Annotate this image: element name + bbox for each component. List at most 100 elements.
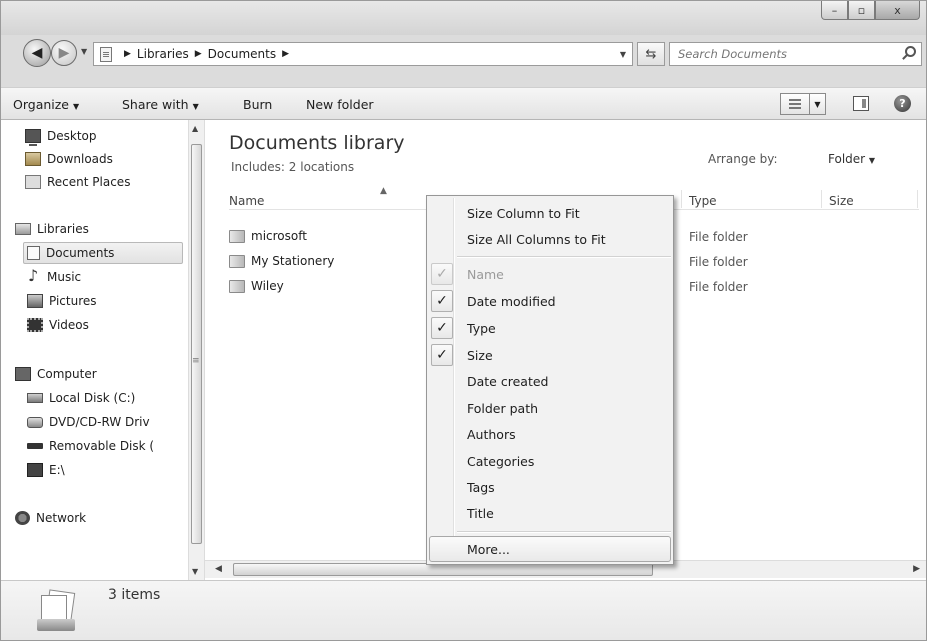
nav-item-videos[interactable]: Videos: [27, 315, 89, 335]
file-name: Wiley: [251, 279, 284, 293]
breadcrumb-chevron-icon[interactable]: ▶: [124, 49, 131, 59]
menu-item-label: Title: [467, 505, 494, 521]
arrange-by-value: Folder: [828, 152, 866, 166]
back-arrow-icon: ◀: [31, 45, 43, 61]
breadcrumb-chevron-icon[interactable]: ▶: [195, 49, 202, 59]
menu-item-name[interactable]: ✓ Name: [429, 261, 671, 287]
nav-item-downloads[interactable]: Downloads: [25, 149, 113, 169]
forward-button[interactable]: ▶: [51, 40, 77, 66]
nav-item-computer[interactable]: Computer: [15, 364, 97, 384]
dvd-drive-icon: [27, 416, 43, 428]
nav-item-desktop[interactable]: Desktop: [25, 126, 97, 146]
menu-item-categories[interactable]: Categories: [429, 448, 671, 474]
scroll-thumb[interactable]: [191, 144, 202, 544]
nav-item-recent-places[interactable]: Recent Places: [25, 172, 130, 192]
search-box[interactable]: [669, 42, 922, 66]
nav-item-e-drive[interactable]: E:\: [27, 460, 65, 480]
forward-arrow-icon: ▶: [58, 45, 70, 61]
column-type[interactable]: Type: [689, 194, 717, 208]
window-controls: – ▫ x: [821, 1, 920, 20]
explorer-window: – ▫ x ◀ ▶ ▼ ▶ Libraries ▶ Documents ▶ ▼ …: [0, 0, 927, 641]
file-name: My Stationery: [251, 254, 335, 268]
removable-disk-icon: [27, 443, 43, 449]
chevron-down-icon: ▼: [73, 102, 80, 111]
breadcrumb-documents[interactable]: Documents: [208, 47, 276, 61]
preview-pane-button[interactable]: [853, 96, 869, 111]
column-size[interactable]: Size: [829, 194, 854, 208]
arrange-by-dropdown[interactable]: Folder ▼: [828, 152, 875, 166]
breadcrumb-libraries[interactable]: Libraries: [137, 47, 189, 61]
nav-item-removable-disk[interactable]: Removable Disk (: [27, 436, 189, 456]
refresh-button[interactable]: ⇆: [637, 42, 665, 66]
menu-item-title[interactable]: Title: [429, 500, 671, 526]
search-icon[interactable]: [905, 46, 916, 57]
file-row[interactable]: My Stationery: [229, 251, 334, 271]
nav-item-label: Network: [36, 511, 87, 525]
scroll-down-arrow-icon[interactable]: ▼: [192, 567, 198, 576]
menu-item-date-modified[interactable]: ✓ Date modified: [429, 288, 671, 314]
address-bar[interactable]: ▶ Libraries ▶ Documents ▶ ▼: [93, 42, 633, 66]
locations-link[interactable]: 2 locations: [289, 160, 354, 174]
nav-item-label: Desktop: [47, 129, 97, 143]
menu-item-label: Authors: [467, 426, 516, 442]
menu-item-more[interactable]: More...: [429, 536, 671, 562]
breadcrumb-chevron-icon[interactable]: ▶: [282, 49, 289, 59]
nav-vertical-scrollbar[interactable]: ▲ ≡ ▼: [188, 120, 204, 580]
checkmark-icon: ✓: [431, 263, 453, 285]
back-button[interactable]: ◀: [23, 39, 51, 67]
file-row[interactable]: microsoft: [229, 226, 307, 246]
menu-item-date-created[interactable]: Date created: [429, 368, 671, 394]
nav-item-pictures[interactable]: Pictures: [27, 291, 97, 311]
column-divider[interactable]: [681, 190, 682, 208]
menu-item-type[interactable]: ✓ Type: [429, 315, 671, 341]
menu-item-authors[interactable]: Authors: [429, 421, 671, 447]
menu-item-size-column-to-fit[interactable]: Size Column to Fit: [429, 200, 671, 226]
menu-item-size[interactable]: ✓ Size: [429, 342, 671, 368]
scroll-left-arrow-icon[interactable]: ◀: [215, 564, 222, 574]
column-divider[interactable]: [917, 190, 918, 208]
help-button[interactable]: ?: [894, 95, 911, 112]
nav-item-label: Removable Disk (: [49, 439, 155, 453]
nav-item-libraries[interactable]: Libraries: [15, 219, 89, 239]
menu-item-size-all-columns-to-fit[interactable]: Size All Columns to Fit: [429, 226, 671, 252]
new-folder-button[interactable]: New folder: [306, 97, 374, 112]
nav-item-label: Music: [47, 270, 82, 284]
document-icon: [100, 46, 112, 62]
menu-item-label: Name: [467, 266, 504, 282]
change-view-button[interactable]: [780, 93, 810, 115]
document-icon: [27, 246, 40, 260]
command-bar: Organize ▼ Share with ▼ Burn New folder ▼ …: [1, 87, 926, 120]
share-with-button[interactable]: Share with ▼: [122, 97, 199, 112]
column-divider[interactable]: [821, 190, 822, 208]
nav-item-documents[interactable]: Documents: [23, 242, 183, 264]
details-pane: 3 items: [1, 580, 926, 640]
scroll-right-arrow-icon[interactable]: ▶: [913, 564, 920, 574]
address-history-dropdown[interactable]: ▼: [620, 50, 626, 59]
minimize-button[interactable]: –: [821, 1, 848, 20]
burn-button[interactable]: Burn: [243, 97, 272, 112]
nav-item-network[interactable]: Network: [15, 508, 86, 528]
scroll-up-arrow-icon[interactable]: ▲: [192, 124, 198, 133]
nav-item-dvd-drive[interactable]: DVD/CD-RW Driv: [27, 412, 189, 432]
file-row[interactable]: Wiley: [229, 276, 284, 296]
column-name[interactable]: Name: [229, 194, 264, 208]
nav-item-local-disk[interactable]: Local Disk (C:): [27, 388, 189, 408]
maximize-button[interactable]: ▫: [848, 1, 875, 20]
menu-separator: [457, 531, 671, 532]
share-with-label: Share with: [122, 97, 189, 112]
close-button[interactable]: x: [875, 1, 920, 20]
recent-pages-dropdown[interactable]: ▼: [81, 47, 87, 56]
nav-item-music[interactable]: Music: [27, 267, 81, 287]
menu-item-tags[interactable]: Tags: [429, 474, 671, 500]
libraries-icon: [15, 223, 31, 235]
drive-icon: [27, 463, 43, 477]
menu-item-folder-path[interactable]: Folder path: [429, 395, 671, 421]
pictures-icon: [27, 294, 43, 308]
checkmark-icon: ✓: [431, 290, 453, 312]
search-input[interactable]: [678, 47, 888, 61]
organize-button[interactable]: Organize ▼: [13, 97, 79, 112]
menu-item-label: Size Column to Fit: [467, 205, 580, 221]
view-options-dropdown[interactable]: ▼: [810, 93, 826, 115]
library-title: Documents library: [229, 132, 405, 154]
menu-item-label: Date created: [467, 373, 549, 389]
